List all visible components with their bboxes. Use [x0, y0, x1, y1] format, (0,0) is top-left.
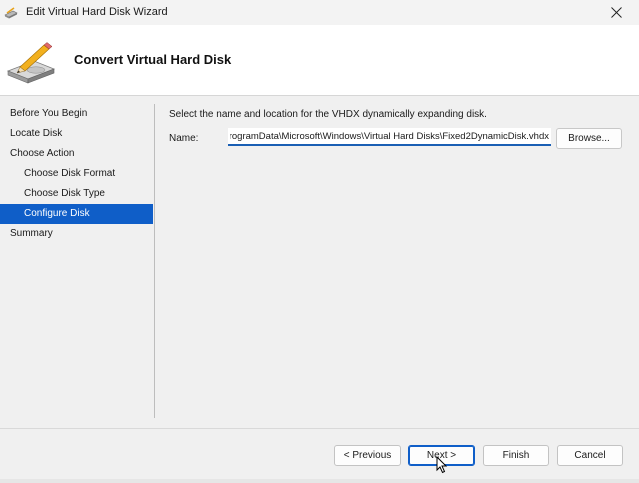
window-title: Edit Virtual Hard Disk Wizard	[26, 6, 168, 18]
wizard-header: Convert Virtual Hard Disk	[0, 25, 639, 96]
nav-item-choose-action[interactable]: Choose Action	[0, 144, 153, 164]
previous-button[interactable]: < Previous	[334, 445, 401, 466]
nav-item-locate-disk[interactable]: Locate Disk	[0, 124, 153, 144]
name-label: Name:	[169, 133, 199, 144]
nav-item-before-you-begin[interactable]: Before You Begin	[0, 104, 153, 124]
nav-item-configure-disk[interactable]: Configure Disk	[0, 204, 153, 224]
bottom-edge	[0, 479, 639, 483]
wizard-content: Select the name and location for the VHD…	[155, 104, 639, 424]
edit-disk-icon	[6, 42, 56, 84]
nav-item-summary[interactable]: Summary	[0, 224, 153, 244]
hard-disk-app-icon	[4, 7, 18, 19]
instruction-text: Select the name and location for the VHD…	[169, 109, 487, 120]
nav-item-choose-disk-format[interactable]: Choose Disk Format	[0, 164, 153, 184]
mouse-cursor-icon	[436, 456, 448, 474]
footer-divider	[0, 428, 639, 429]
close-icon	[610, 7, 622, 18]
page-title: Convert Virtual Hard Disk	[74, 52, 232, 67]
wizard-step-nav: Before You Begin Locate Disk Choose Acti…	[0, 104, 153, 404]
nav-item-choose-disk-type[interactable]: Choose Disk Type	[0, 184, 153, 204]
finish-button[interactable]: Finish	[483, 445, 549, 466]
close-button[interactable]	[593, 0, 639, 25]
name-input[interactable]	[228, 128, 551, 146]
title-bar: Edit Virtual Hard Disk Wizard	[0, 0, 639, 25]
browse-button[interactable]: Browse...	[556, 128, 622, 149]
cancel-button[interactable]: Cancel	[557, 445, 623, 466]
